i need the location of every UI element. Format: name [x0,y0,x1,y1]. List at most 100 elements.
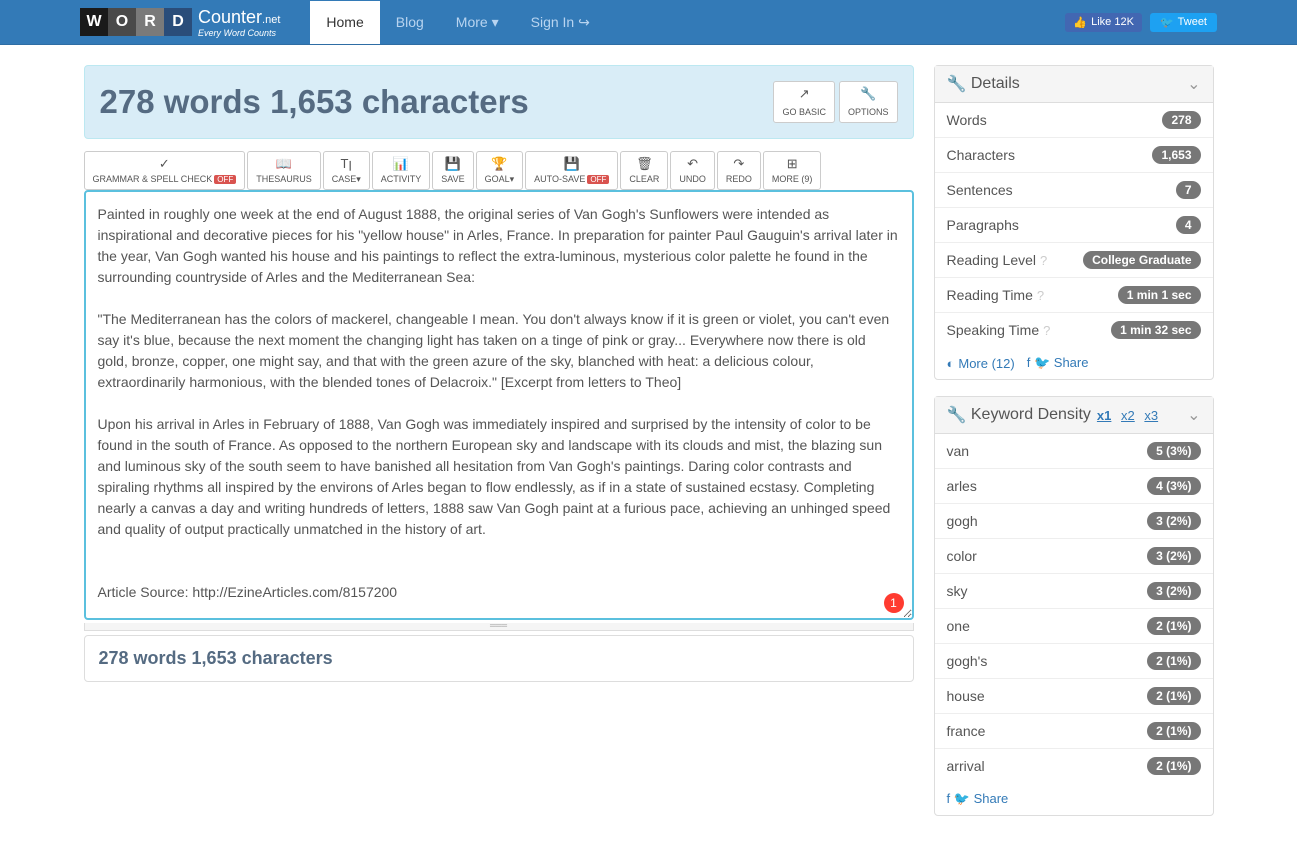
details-more-link[interactable]: ◐More (12) [947,356,1015,371]
bottom-count: 278 words 1,653 characters [84,635,914,682]
keyword-row[interactable]: arles4 (3%) [935,469,1213,504]
details-label: Characters [947,147,1015,163]
keyword-value: 3 (2%) [1147,547,1200,565]
chevron-down-icon[interactable]: ⌄ [1187,74,1200,94]
redo-button[interactable]: ↷REDO [717,151,761,190]
keyword-row[interactable]: france2 (1%) [935,714,1213,749]
nav-more[interactable]: More ▾ [440,1,515,44]
logo-letter: O [108,8,136,36]
book-icon: 📖 [256,156,312,172]
wrench-icon: 🔧 [947,405,967,425]
count-header: 278 words 1,653 characters ↗GO BASIC 🔧OP… [84,65,914,139]
trophy-icon: 🏆 [485,156,515,172]
wrench-icon: 🔧 [848,86,889,102]
caret-down-icon: ▾ [492,14,499,30]
logo-tagline: Every Word Counts [198,28,280,38]
trash-icon: 🗑 [629,156,659,172]
keyword-label: sky [947,583,968,599]
details-value: College Graduate [1083,251,1200,269]
text-input[interactable] [84,190,914,620]
nav-home[interactable]: Home [310,1,379,44]
details-share-link[interactable]: f 🐦 Share [1027,355,1089,371]
grammar-check-button[interactable]: ✓GRAMMAR & SPELL CHECKOFF [84,151,246,190]
details-value: 278 [1162,111,1200,129]
error-count-badge[interactable]: 1 [884,593,904,613]
keyword-tab-x1[interactable]: x1 [1097,408,1111,423]
tweet-button[interactable]: 🐦Tweet [1150,13,1217,32]
keyword-row[interactable]: gogh's2 (1%) [935,644,1213,679]
text-case-icon: Tꞁ [332,156,361,172]
wrench-icon: 🔧 [947,74,967,94]
keyword-value: 2 (1%) [1147,757,1200,775]
details-row[interactable]: Paragraphs 4 [935,208,1213,243]
details-label: Paragraphs [947,217,1019,233]
go-basic-button[interactable]: ↗GO BASIC [773,81,835,123]
details-panel: 🔧 Details ⌄ Words 278 Characters1,653Senten… [934,65,1214,380]
chevron-down-icon[interactable]: ⌄ [1187,405,1200,425]
twitter-icon: 🐦 [1160,16,1174,29]
autosave-icon: 💾 [534,156,609,172]
help-icon[interactable]: ? [1040,253,1047,268]
details-row[interactable]: Sentences7 [935,173,1213,208]
keyword-tab-x2[interactable]: x2 [1121,408,1135,423]
save-icon: 💾 [441,156,464,172]
details-label: Words [947,112,987,128]
logo-letter: D [164,8,192,36]
keyword-tab-x3[interactable]: x3 [1144,408,1158,423]
thesaurus-button[interactable]: 📖THESAURUS [247,151,321,190]
logo-suffix: .net [262,14,280,26]
details-row[interactable]: Words 278 [935,103,1213,138]
navbar: W O R D Counter.net Every Word Counts Ho… [0,0,1297,45]
toolbar: ✓GRAMMAR & SPELL CHECKOFF 📖THESAURUS TꞁC… [84,151,914,190]
keyword-row[interactable]: van5 (3%) [935,434,1213,469]
details-row[interactable]: Speaking Time?1 min 32 sec [935,313,1213,347]
keyword-value: 2 (1%) [1147,617,1200,635]
help-icon[interactable]: ? [1043,323,1050,338]
details-row[interactable]: Reading Level?College Graduate [935,243,1213,278]
redo-icon: ↷ [726,156,752,172]
logo[interactable]: W O R D Counter.net Every Word Counts [80,7,280,38]
nav-blog[interactable]: Blog [380,1,440,44]
keyword-row[interactable]: arrival 2 (1%) [935,749,1213,783]
keyword-label: one [947,618,970,634]
signin-icon: ↪ [578,14,590,30]
activity-button[interactable]: 📊ACTIVITY [372,151,431,190]
facebook-icon: f [947,791,951,806]
keyword-row[interactable]: house2 (1%) [935,679,1213,714]
autosave-button[interactable]: 💾AUTO-SAVEOFF [525,151,618,190]
details-label: Reading Time [947,287,1033,303]
options-button[interactable]: 🔧OPTIONS [839,81,898,123]
resize-grip[interactable]: ═══ [84,623,914,631]
more-tools-button[interactable]: ⊞MORE (9) [763,151,822,190]
help-icon[interactable]: ? [1037,288,1044,303]
keywords-share-link[interactable]: f 🐦 Share [947,791,1009,807]
facebook-like-button[interactable]: 👍Like 12K [1065,13,1142,32]
keyword-row[interactable]: one 2 (1%) [935,609,1213,644]
keyword-label: house [947,688,985,704]
keyword-value: 5 (3%) [1147,442,1200,460]
nav-signin[interactable]: Sign In ↪ [515,1,606,44]
logo-letter: R [136,8,164,36]
twitter-icon: 🐦 [1034,355,1050,370]
details-title: Details [971,75,1020,93]
details-value: 1 min 32 sec [1111,321,1200,339]
check-icon: ✓ [93,156,237,172]
undo-button[interactable]: ↶UNDO [670,151,715,190]
details-value: 4 [1176,216,1201,234]
save-button[interactable]: 💾SAVE [432,151,473,190]
undo-icon: ↶ [679,156,706,172]
details-row[interactable]: Reading Time?1 min 1 sec [935,278,1213,313]
keyword-density-panel: 🔧 Keyword Density x1 x2 x3 ⌄ van5 (3%)ar… [934,396,1214,816]
keyword-value: 3 (2%) [1147,512,1200,530]
facebook-icon: f [1027,355,1031,370]
keyword-label: arrival [947,758,985,774]
case-button[interactable]: TꞁCASE▾ [323,151,370,190]
goal-button[interactable]: 🏆GOAL▾ [476,151,524,190]
details-row[interactable]: Characters1,653 [935,138,1213,173]
keyword-row[interactable]: color3 (2%) [935,539,1213,574]
keyword-value: 3 (2%) [1147,582,1200,600]
keyword-row[interactable]: sky 3 (2%) [935,574,1213,609]
keyword-row[interactable]: gogh3 (2%) [935,504,1213,539]
clear-button[interactable]: 🗑CLEAR [620,151,668,190]
thumbs-up-icon: 👍 [1073,16,1087,29]
